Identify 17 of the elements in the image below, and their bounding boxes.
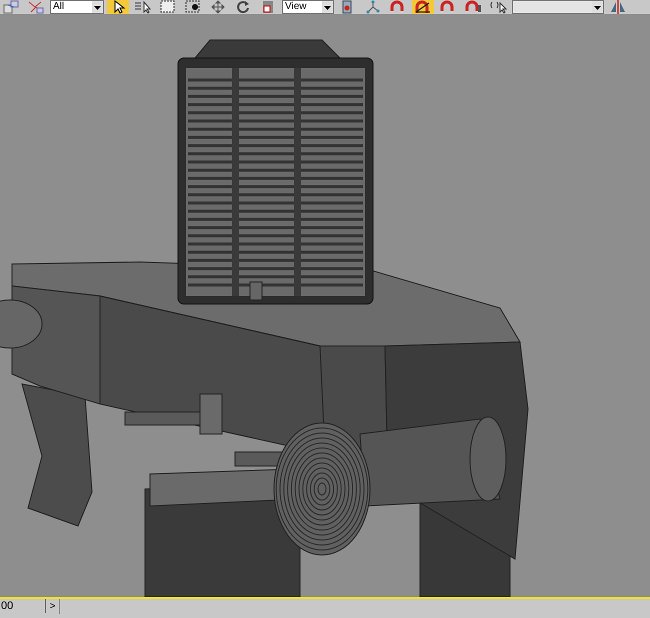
select-name-tool-button[interactable] (132, 0, 154, 14)
angle-snap-tool-button[interactable] (412, 0, 434, 14)
named-sel-icon (489, 0, 507, 14)
angle-snap-icon (414, 0, 432, 14)
mirror-icon (609, 0, 627, 14)
rotate-icon (234, 0, 252, 14)
move-icon (209, 0, 227, 14)
named-selection-field[interactable] (512, 0, 604, 14)
crossing-icon (184, 0, 202, 14)
select-name-icon (134, 0, 152, 14)
manipulate-icon (364, 0, 382, 14)
link-icon (2, 0, 20, 14)
bind-icon (27, 0, 45, 14)
region-icon (159, 0, 177, 14)
dropdown[interactable]: All (50, 0, 104, 14)
dropdown[interactable]: View (282, 0, 334, 14)
select-tool-button[interactable] (107, 0, 129, 14)
